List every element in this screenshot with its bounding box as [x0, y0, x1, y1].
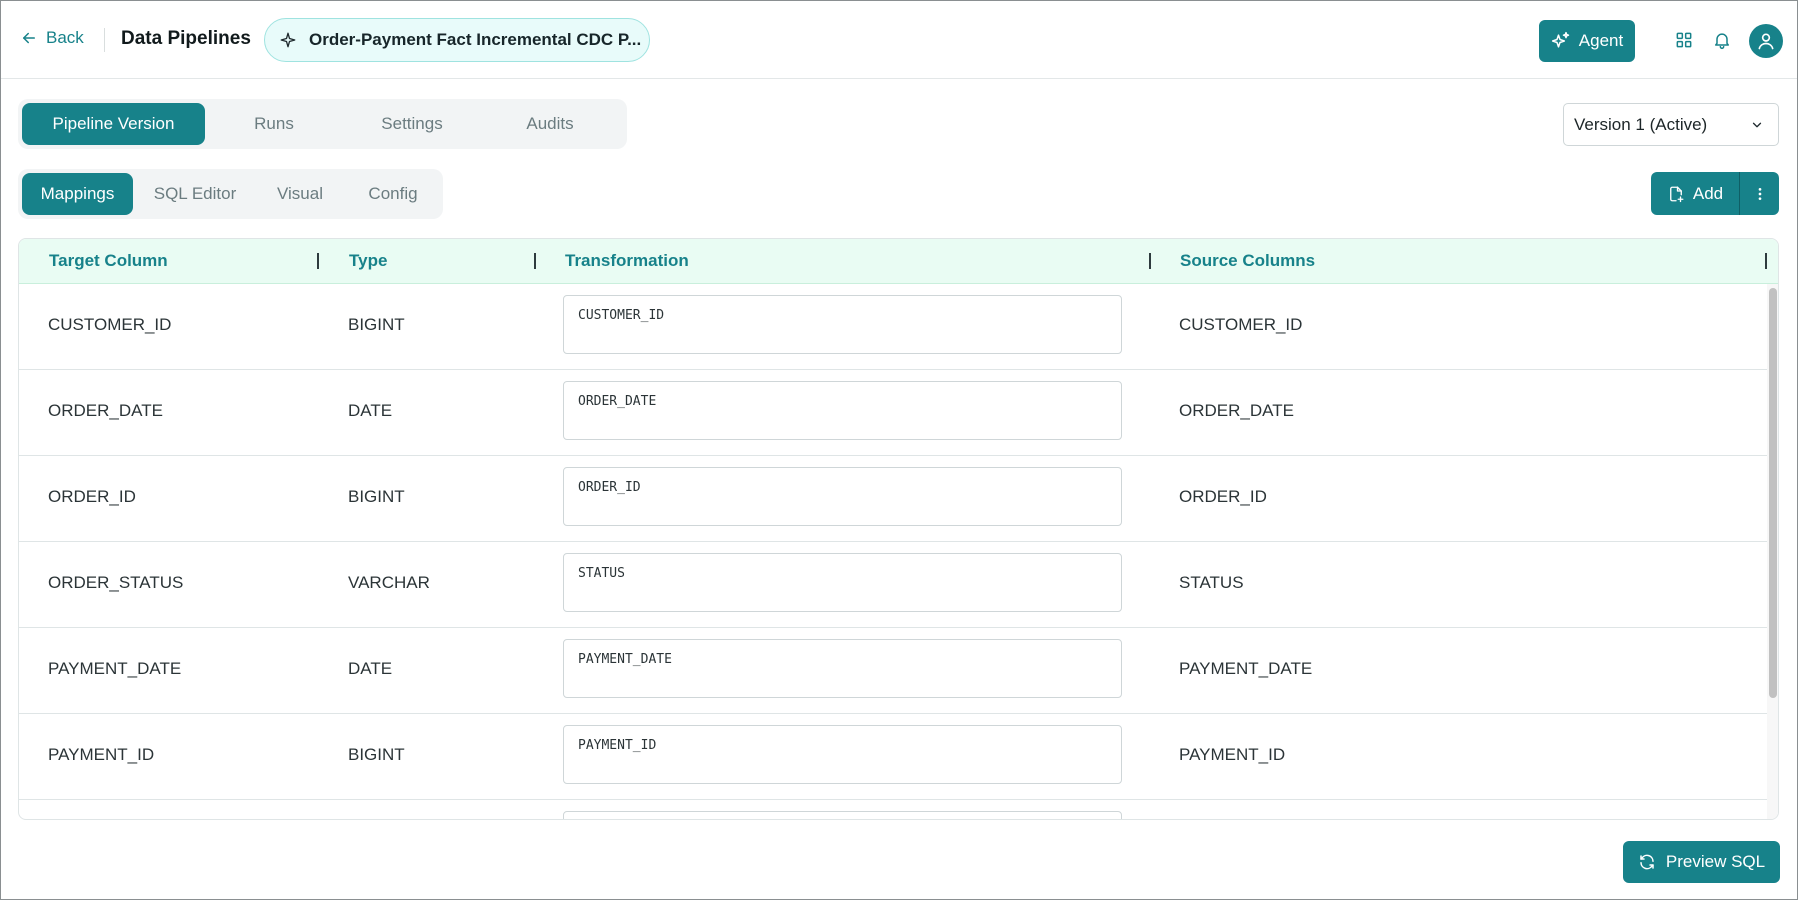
- table-row: ORDER_STATUS VARCHAR STATUS STATUS: [19, 542, 1767, 628]
- version-select-value: Version 1 (Active): [1574, 114, 1708, 134]
- transformation-input[interactable]: ORDER_DATE: [563, 381, 1122, 440]
- target-column-cell: ORDER_ID: [48, 487, 136, 506]
- table-header: Target Column Type Transformation Source…: [19, 239, 1778, 284]
- table-row: PAYMENT_DATE DATE PAYMENT_DATE PAYMENT_D…: [19, 628, 1767, 714]
- pipeline-name-chip[interactable]: Order-Payment Fact Incremental CDC P...: [264, 18, 650, 62]
- tab-config[interactable]: Config: [348, 173, 438, 215]
- target-column-cell: ORDER_STATUS: [48, 573, 184, 592]
- type-cell: BIGINT: [348, 487, 405, 506]
- pipeline-name: Order-Payment Fact Incremental CDC P...: [309, 30, 642, 49]
- preview-sql-button[interactable]: Preview SQL: [1623, 841, 1780, 883]
- transformation-input[interactable]: ORDER_ID: [563, 467, 1122, 526]
- tab-settings[interactable]: Settings: [346, 103, 478, 145]
- transformation-input[interactable]: PAYMENT_ID: [563, 725, 1122, 784]
- type-cell: BIGINT: [348, 745, 405, 764]
- type-cell: DATE: [348, 659, 393, 678]
- mappings-table: Target Column Type Transformation Source…: [18, 238, 1779, 820]
- transformation-input[interactable]: STATUS: [563, 553, 1122, 612]
- grid-icon: [1676, 32, 1692, 48]
- column-header-type[interactable]: Type: [349, 251, 387, 271]
- type-cell: VARCHAR: [348, 573, 430, 592]
- source-columns-cell: PAYMENT_DATE: [1179, 659, 1313, 678]
- notifications-button[interactable]: [1710, 28, 1734, 52]
- tab-pipeline-version[interactable]: Pipeline Version: [22, 103, 205, 145]
- target-column-cell: PAYMENT_ID: [48, 745, 155, 764]
- column-resizer[interactable]: [1149, 253, 1151, 269]
- column-resizer[interactable]: [317, 253, 319, 269]
- type-cell: DATE: [348, 401, 393, 420]
- column-header-source[interactable]: Source Columns: [1180, 251, 1315, 271]
- preview-sql-label: Preview SQL: [1665, 852, 1766, 871]
- table-row: ORDER_ID BIGINT ORDER_ID ORDER_ID: [19, 456, 1767, 542]
- table-row: [19, 800, 1767, 819]
- chevron-down-icon: [1752, 122, 1762, 128]
- tab-mappings[interactable]: Mappings: [22, 173, 133, 215]
- primary-tabs: Pipeline Version Runs Settings Audits: [18, 99, 627, 149]
- transformation-input[interactable]: PAYMENT_DATE: [563, 639, 1122, 698]
- back-button[interactable]: Back: [20, 28, 84, 48]
- column-header-target[interactable]: Target Column: [49, 251, 168, 271]
- table-row: PAYMENT_ID BIGINT PAYMENT_ID PAYMENT_ID: [19, 714, 1767, 800]
- source-columns-cell: ORDER_DATE: [1179, 401, 1294, 420]
- source-columns-cell: ORDER_ID: [1179, 487, 1267, 506]
- column-resizer[interactable]: [534, 253, 536, 269]
- back-label: Back: [46, 28, 84, 47]
- target-column-cell: ORDER_DATE: [48, 401, 163, 420]
- add-label: Add: [1692, 183, 1724, 203]
- column-header-transformation[interactable]: Transformation: [565, 251, 689, 271]
- type-cell: BIGINT: [348, 315, 405, 334]
- header-divider: [104, 28, 105, 52]
- bell-icon: [1715, 33, 1729, 50]
- table-scrollbar[interactable]: [1767, 284, 1778, 819]
- sparkle-icon: [280, 32, 296, 48]
- sub-tabs: Mappings SQL Editor Visual Config: [18, 169, 443, 219]
- file-plus-icon: [1669, 186, 1684, 202]
- apps-grid-button[interactable]: [1672, 28, 1696, 52]
- refresh-icon: [1640, 854, 1654, 870]
- tab-visual[interactable]: Visual: [256, 173, 344, 215]
- user-avatar[interactable]: [1749, 24, 1783, 58]
- top-bar: Back Data Pipelines Order-Payment Fact I…: [0, 0, 1798, 79]
- user-icon: [1758, 33, 1774, 50]
- table-row: ORDER_DATE DATE ORDER_DATE ORDER_DATE: [19, 370, 1767, 456]
- table-row: CUSTOMER_ID BIGINT CUSTOMER_ID CUSTOMER_…: [19, 284, 1767, 370]
- target-column-cell: PAYMENT_DATE: [48, 659, 182, 678]
- more-options-button[interactable]: [1740, 172, 1779, 215]
- transformation-input[interactable]: CUSTOMER_ID: [563, 295, 1122, 354]
- tab-audits[interactable]: Audits: [484, 103, 616, 145]
- agent-button[interactable]: Agent: [1539, 20, 1635, 62]
- source-columns-cell: CUSTOMER_ID: [1179, 315, 1303, 334]
- transformation-input[interactable]: [563, 811, 1122, 819]
- arrow-left-icon: [23, 32, 35, 44]
- column-resizer[interactable]: [1765, 253, 1767, 269]
- tab-sql-editor[interactable]: SQL Editor: [140, 173, 250, 215]
- kebab-menu-icon: [1758, 187, 1761, 200]
- add-button-group: Add: [1651, 172, 1779, 215]
- page-title: Data Pipelines: [121, 28, 251, 49]
- table-body: CUSTOMER_ID BIGINT CUSTOMER_ID CUSTOMER_…: [19, 284, 1767, 819]
- agent-label: Agent: [1578, 31, 1624, 50]
- scrollbar-thumb[interactable]: [1769, 288, 1777, 698]
- tab-runs[interactable]: Runs: [208, 103, 340, 145]
- source-columns-cell: PAYMENT_ID: [1179, 745, 1286, 764]
- target-column-cell: CUSTOMER_ID: [48, 315, 172, 334]
- sparkles-icon: [1551, 31, 1570, 48]
- source-columns-cell: STATUS: [1179, 573, 1244, 592]
- add-button[interactable]: Add: [1651, 172, 1739, 215]
- version-select[interactable]: Version 1 (Active): [1563, 103, 1779, 146]
